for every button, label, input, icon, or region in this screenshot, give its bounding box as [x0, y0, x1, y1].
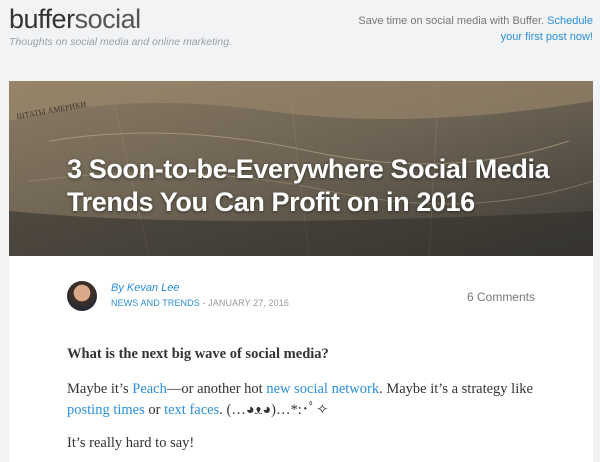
comments-link[interactable]: 6 Comments	[467, 290, 535, 304]
intro-paragraph: Maybe it’s Peach—or another hot new soci…	[67, 379, 547, 421]
text-span: . Maybe it’s a strategy like	[379, 381, 533, 397]
posting-times-link[interactable]: posting times	[67, 402, 145, 418]
author-link[interactable]: Kevan Lee	[127, 282, 180, 294]
closing-paragraph: It’s really hard to say!	[67, 435, 195, 451]
author-avatar[interactable]	[67, 281, 97, 311]
logo-buffer-text: buffer	[9, 4, 75, 34]
text-faces-link[interactable]: text faces	[164, 402, 219, 418]
post-meta: NEWS AND TRENDS - JANUARY 27, 2016	[111, 298, 289, 308]
article-card: By Kevan Lee NEWS AND TRENDS - JANUARY 2…	[9, 256, 593, 462]
promo-box: Save time on social media with Buffer. S…	[353, 13, 593, 45]
peach-link[interactable]: Peach	[132, 381, 167, 397]
text-span: or	[144, 402, 165, 418]
article-body: What is the next big wave of social medi…	[67, 344, 547, 454]
post-date: - JANUARY 27, 2016	[202, 298, 289, 308]
promo-text: Save time on social media with Buffer.	[358, 15, 545, 27]
buffer-social-logo[interactable]: buffersocial	[9, 4, 141, 34]
hero-banner: ШТАТЫ АМЕРИКИ 3 Soon-to-be-Everywhere So…	[9, 81, 593, 256]
intro-question: What is the next big wave of social medi…	[67, 346, 329, 362]
author-byline: By Kevan Lee	[111, 282, 180, 294]
site-tagline: Thoughts on social media and online mark…	[9, 36, 232, 48]
text-span: Maybe it’s	[67, 381, 133, 397]
category-link[interactable]: NEWS AND TRENDS	[111, 298, 200, 308]
logo-social-text: social	[74, 4, 142, 34]
text-span: —or another hot	[166, 381, 267, 397]
article-title[interactable]: 3 Soon-to-be-Everywhere Social Media Tre…	[67, 153, 567, 219]
author-prefix: By	[111, 282, 124, 294]
new-social-network-link[interactable]: new social network	[266, 381, 379, 397]
text-span: . (…◕ᴥ◕)…*:･ﾟ✧	[219, 402, 329, 418]
